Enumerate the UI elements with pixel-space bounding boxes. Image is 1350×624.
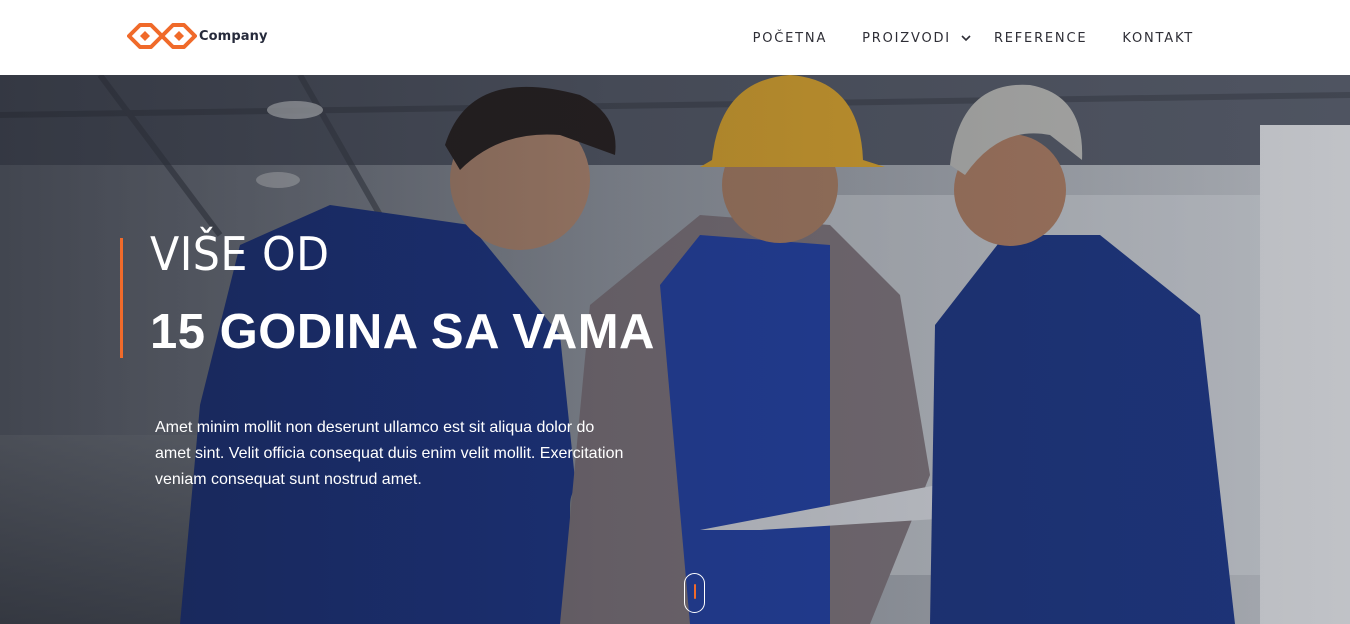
company-logo-icon <box>127 23 197 49</box>
company-logo[interactable]: Company <box>127 21 268 51</box>
hero-accent-bar <box>120 238 123 358</box>
nav-item-label: REFERENCE <box>993 30 1088 46</box>
chevron-down-icon <box>961 35 971 42</box>
nav-item-label: POČETNA <box>752 30 828 46</box>
logo-text: Company <box>199 28 268 44</box>
hero-section: VIŠE OD 15 GODINA SA VAMA Amet minim mol… <box>0 75 1350 624</box>
nav-item-reference[interactable]: REFERENCE <box>994 31 1087 46</box>
scroll-wheel-dot <box>693 584 696 599</box>
site-header: Company POČETNA PROIZVODI REFERENCE KONT… <box>0 0 1350 75</box>
hero-heading-line2: 15 GODINA SA VAMA <box>150 305 655 359</box>
hero-description: Amet minim mollit non deserunt ullamco e… <box>155 419 624 488</box>
nav-item-kontakt[interactable]: KONTAKT <box>1122 31 1194 46</box>
nav-item-label: KONTAKT <box>1122 30 1194 46</box>
main-nav: POČETNA PROIZVODI REFERENCE KONTAKT <box>753 28 1194 48</box>
hero-heading-line1: VIŠE OD <box>150 227 330 281</box>
nav-item-proizvodi[interactable]: PROIZVODI <box>862 31 972 46</box>
nav-item-pocetna[interactable]: POČETNA <box>753 31 828 46</box>
nav-item-label: PROIZVODI <box>862 30 951 46</box>
scroll-mouse-icon[interactable] <box>684 573 705 613</box>
